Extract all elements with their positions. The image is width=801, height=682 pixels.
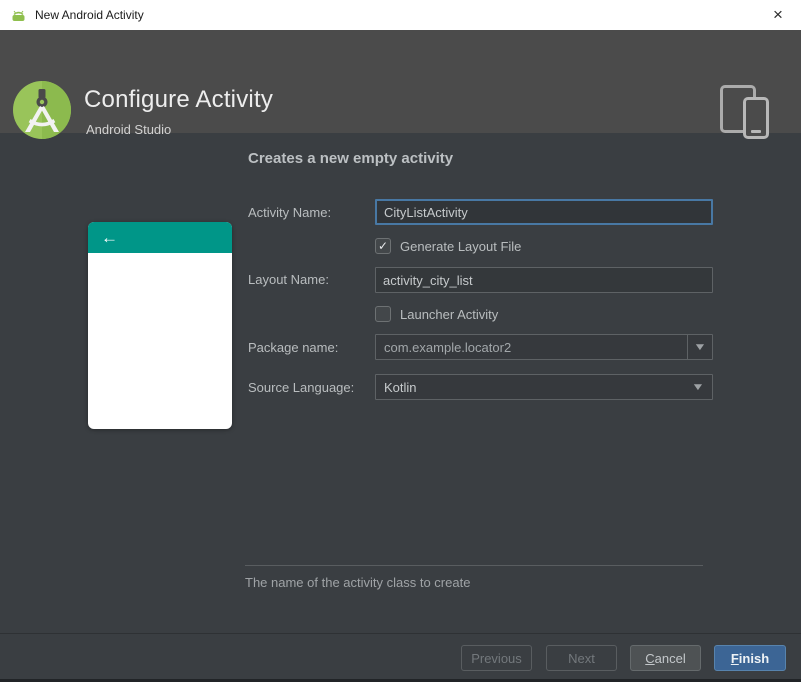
step-heading: Creates a new empty activity	[248, 150, 454, 167]
source-language-dropdown[interactable]: Kotlin ▼	[375, 374, 713, 400]
chevron-down-icon: ▼	[691, 381, 705, 393]
wizard-banner: Configure Activity Android Studio	[0, 30, 801, 139]
generate-layout-label: Generate Layout File	[400, 238, 522, 254]
phone-outline-icon	[743, 97, 769, 139]
launcher-activity-checkbox[interactable]	[375, 306, 391, 322]
source-language-label: Source Language:	[248, 380, 355, 395]
package-name-combobox[interactable]: com.example.locator2 ▼	[375, 334, 713, 360]
finish-label-rest: inish	[738, 650, 770, 666]
android-logo-icon	[10, 8, 27, 23]
hint-separator	[245, 565, 703, 566]
package-name-value: com.example.locator2	[384, 339, 512, 355]
generate-layout-checkbox[interactable]: ✓	[375, 238, 391, 254]
source-language-arrow[interactable]: ▼	[684, 375, 712, 399]
launcher-activity-label: Launcher Activity	[400, 306, 499, 322]
phone-tablet-icon	[720, 83, 780, 139]
package-name-dropdown-button[interactable]: ▼	[687, 335, 712, 359]
chevron-down-icon: ▼	[693, 341, 707, 353]
wizard-subtitle: Android Studio	[86, 122, 172, 137]
footer-divider	[0, 633, 801, 634]
hint-text: The name of the activity class to create	[245, 575, 471, 590]
cancel-button[interactable]: Cancel	[630, 645, 701, 671]
new-android-activity-dialog: New Android Activity × Configure Activit…	[0, 0, 801, 682]
cancel-mnemonic: C	[645, 650, 655, 666]
activity-name-input[interactable]	[375, 199, 713, 225]
phone-homebar	[751, 130, 761, 133]
preview-appbar: ←	[88, 222, 232, 253]
package-name-label: Package name:	[248, 340, 339, 355]
window-title: New Android Activity	[35, 8, 144, 22]
cancel-label-rest: ancel	[654, 650, 686, 666]
generate-layout-row[interactable]: ✓ Generate Layout File	[375, 238, 521, 254]
layout-name-label: Layout Name:	[248, 272, 329, 287]
close-icon[interactable]: ×	[761, 0, 795, 30]
launcher-activity-row[interactable]: Launcher Activity	[375, 306, 498, 322]
previous-button[interactable]: Previous	[461, 645, 532, 671]
wizard-title: Configure Activity	[84, 86, 274, 113]
android-studio-logo-icon	[13, 81, 71, 139]
back-arrow-icon: ←	[101, 228, 118, 247]
activity-name-label: Activity Name:	[248, 205, 332, 220]
next-button[interactable]: Next	[546, 645, 617, 671]
finish-mnemonic: F	[730, 650, 739, 666]
source-language-value: Kotlin	[384, 379, 417, 395]
finish-button[interactable]: Finish	[714, 645, 786, 671]
layout-name-input[interactable]	[375, 267, 713, 293]
titlebar: New Android Activity ×	[0, 0, 801, 30]
activity-preview-thumbnail: ←	[88, 222, 232, 429]
